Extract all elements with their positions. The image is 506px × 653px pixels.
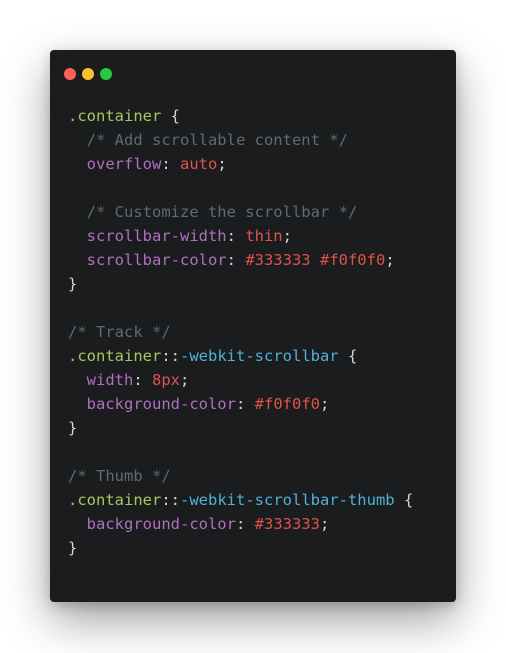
code-token-punct: } — [68, 419, 78, 437]
code-token-selector: .container — [68, 491, 162, 509]
code-token-punct: : — [226, 251, 246, 269]
code-line: /* Add scrollable content */ — [68, 128, 413, 152]
window-controls — [64, 68, 112, 80]
close-dot-icon[interactable] — [64, 68, 76, 80]
code-token-value: auto — [180, 155, 218, 173]
code-line: .container::-webkit-scrollbar { — [68, 344, 413, 368]
code-line: background-color: #333333; — [68, 512, 413, 536]
code-token-prop: overflow — [68, 155, 162, 173]
code-token-hex: #333333 — [254, 515, 320, 533]
code-line: /* Track */ — [68, 320, 413, 344]
code-token-punct: } — [68, 539, 78, 557]
code-window: .container { /* Add scrollable content *… — [50, 50, 456, 602]
code-token-value: 8px — [152, 371, 180, 389]
code-token-prop: scrollbar-width — [68, 227, 227, 245]
maximize-dot-icon[interactable] — [100, 68, 112, 80]
code-token-prop: width — [68, 371, 134, 389]
code-token-punct: :: — [161, 347, 180, 365]
minimize-dot-icon[interactable] — [82, 68, 94, 80]
code-line: scrollbar-color: #333333 #f0f0f0; — [68, 248, 413, 272]
code-token-comment: /* Thumb */ — [68, 467, 171, 485]
code-line: scrollbar-width: thin; — [68, 224, 413, 248]
code-token-punct: ; — [282, 227, 292, 245]
code-token-comment: /* Track */ — [68, 323, 171, 341]
code-token-selector: .container — [68, 347, 162, 365]
code-token-comment: /* Customize the scrollbar */ — [68, 203, 358, 221]
code-line: background-color: #f0f0f0; — [68, 392, 413, 416]
code-token-punct: { — [394, 491, 414, 509]
code-token-pseudo: -webkit-scrollbar-thumb — [180, 491, 395, 509]
code-token-punct — [311, 251, 320, 269]
code-token-value: thin — [245, 227, 283, 245]
code-token-punct: : — [235, 395, 255, 413]
code-token-punct: : — [235, 515, 255, 533]
code-token-selector: .container — [68, 107, 162, 125]
code-token-punct: ; — [319, 395, 330, 413]
code-line: } — [68, 536, 413, 560]
code-token-prop: background-color — [68, 515, 236, 533]
code-token-punct: ; — [180, 371, 190, 389]
code-token-hex: #f0f0f0 — [319, 251, 386, 269]
code-line: .container { — [68, 104, 413, 128]
code-line: /* Customize the scrollbar */ — [68, 200, 413, 224]
code-token-punct: : — [226, 227, 246, 245]
code-block: .container { /* Add scrollable content *… — [68, 104, 413, 560]
code-token-punct: : — [133, 371, 152, 389]
code-token-prop: scrollbar-color — [68, 251, 227, 269]
code-token-hex: #f0f0f0 — [254, 395, 320, 413]
code-token-punct: : — [161, 155, 180, 173]
code-token-punct: } — [68, 275, 78, 293]
code-token-punct: { — [161, 107, 180, 125]
code-line: width: 8px; — [68, 368, 413, 392]
code-token-punct: ; — [385, 251, 395, 269]
code-line: } — [68, 416, 413, 440]
code-token-punct: :: — [161, 491, 180, 509]
code-line: /* Thumb */ — [68, 464, 413, 488]
code-token-hex: #333333 — [245, 251, 311, 269]
code-line: .container::-webkit-scrollbar-thumb { — [68, 488, 413, 512]
code-line: overflow: auto; — [68, 152, 413, 176]
code-token-pseudo: -webkit-scrollbar — [180, 347, 339, 365]
code-token-punct: ; — [217, 155, 227, 173]
code-token-comment: /* Add scrollable content */ — [68, 131, 348, 149]
code-token-punct: { — [338, 347, 358, 365]
code-token-prop: background-color — [68, 395, 236, 413]
code-line: } — [68, 272, 413, 296]
code-token-punct: ; — [319, 515, 330, 533]
